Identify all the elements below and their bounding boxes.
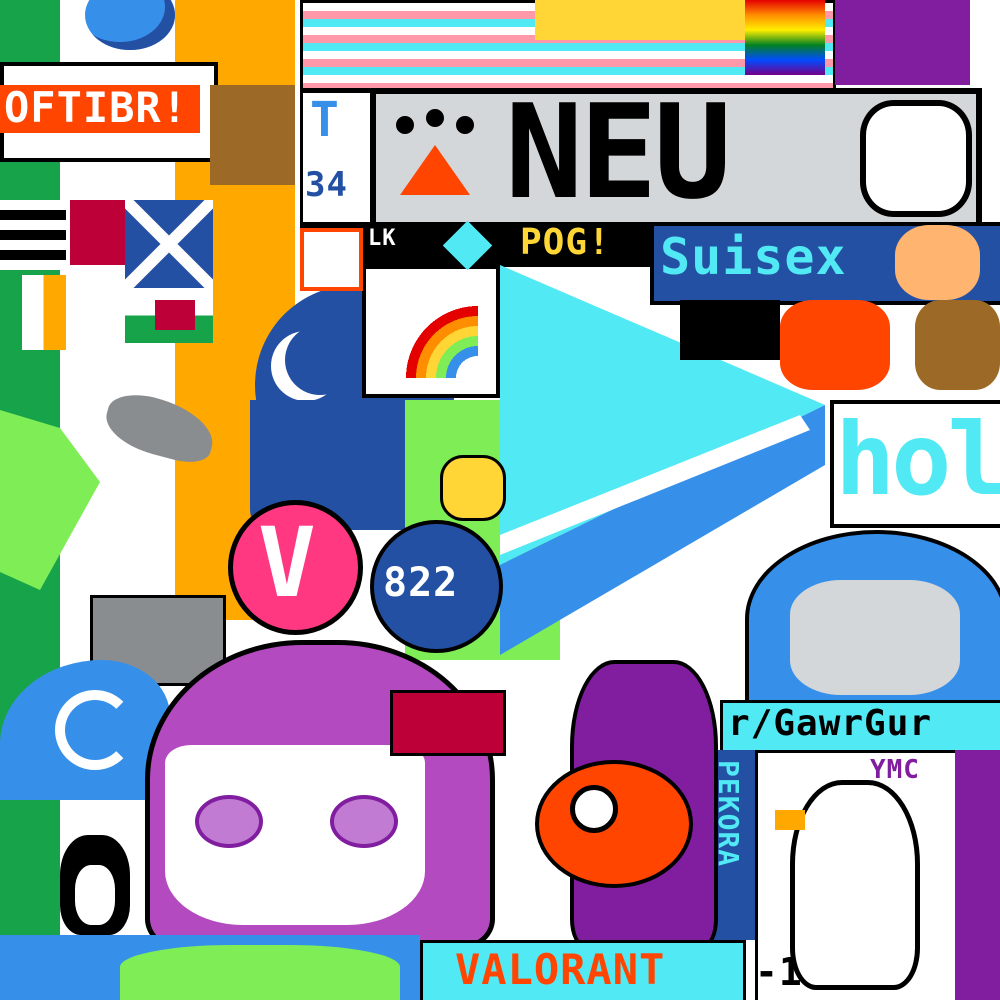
minus-one-text: -1 bbox=[755, 950, 803, 994]
chibi-red-icon bbox=[780, 300, 890, 390]
ymc-text: YMC bbox=[870, 755, 920, 785]
purple-pillar bbox=[835, 0, 970, 85]
orange-bird-icon bbox=[535, 760, 693, 888]
goose-icon bbox=[790, 780, 920, 990]
left-eye-icon bbox=[195, 795, 263, 848]
flag-isle-of-man bbox=[70, 200, 125, 265]
penguin-small-icon bbox=[0, 845, 30, 940]
rainbow-cube-icon bbox=[745, 0, 825, 75]
goose-beak-icon bbox=[775, 810, 805, 830]
flag-brittany bbox=[0, 200, 66, 270]
yellow-cat-icon bbox=[440, 455, 506, 521]
pixel-canvas: OFTIBR! T 34 NEU LK POG! Suisex V 822 ho… bbox=[0, 0, 1000, 1000]
clock-number: 822 bbox=[383, 560, 459, 606]
purple-bar-right bbox=[955, 750, 1000, 1000]
gura-face-icon bbox=[790, 580, 960, 695]
red-bow-icon bbox=[390, 690, 506, 756]
paw-icon bbox=[385, 100, 485, 200]
bird-eye-icon bbox=[570, 785, 618, 833]
flag-ireland-small bbox=[0, 275, 66, 350]
t-number: 34 bbox=[305, 165, 348, 205]
oft-sign-text: OFTIBR! bbox=[4, 83, 189, 132]
dragon-icon bbox=[155, 300, 195, 330]
moon-icon bbox=[285, 325, 355, 395]
cats-row bbox=[535, 0, 745, 40]
brown-panel bbox=[210, 85, 295, 185]
green-island bbox=[120, 945, 400, 1000]
t-letter: T bbox=[310, 92, 340, 148]
pog-text: POG! bbox=[520, 222, 611, 263]
valorant-text: VALORANT bbox=[455, 945, 666, 994]
v-badge-letter: V bbox=[258, 507, 317, 619]
chibi-brown-icon bbox=[915, 300, 1000, 390]
neu-title: NEU bbox=[505, 76, 732, 228]
right-eye-icon bbox=[330, 795, 398, 848]
hearts-row bbox=[680, 300, 780, 360]
gawr-text: r/GawrGur bbox=[728, 703, 933, 744]
cat-face-icon bbox=[860, 100, 972, 217]
wave-foam bbox=[55, 690, 135, 770]
flag-wales bbox=[125, 288, 213, 343]
penguin-belly bbox=[75, 865, 115, 925]
g-box bbox=[300, 228, 363, 291]
flag-scotland bbox=[125, 200, 213, 288]
saltire-icon bbox=[125, 200, 213, 288]
penguin-icon bbox=[60, 835, 130, 935]
holo-text: hol bbox=[835, 401, 1000, 518]
lk-text: LK bbox=[368, 226, 397, 251]
anime-face-icon bbox=[895, 225, 980, 300]
